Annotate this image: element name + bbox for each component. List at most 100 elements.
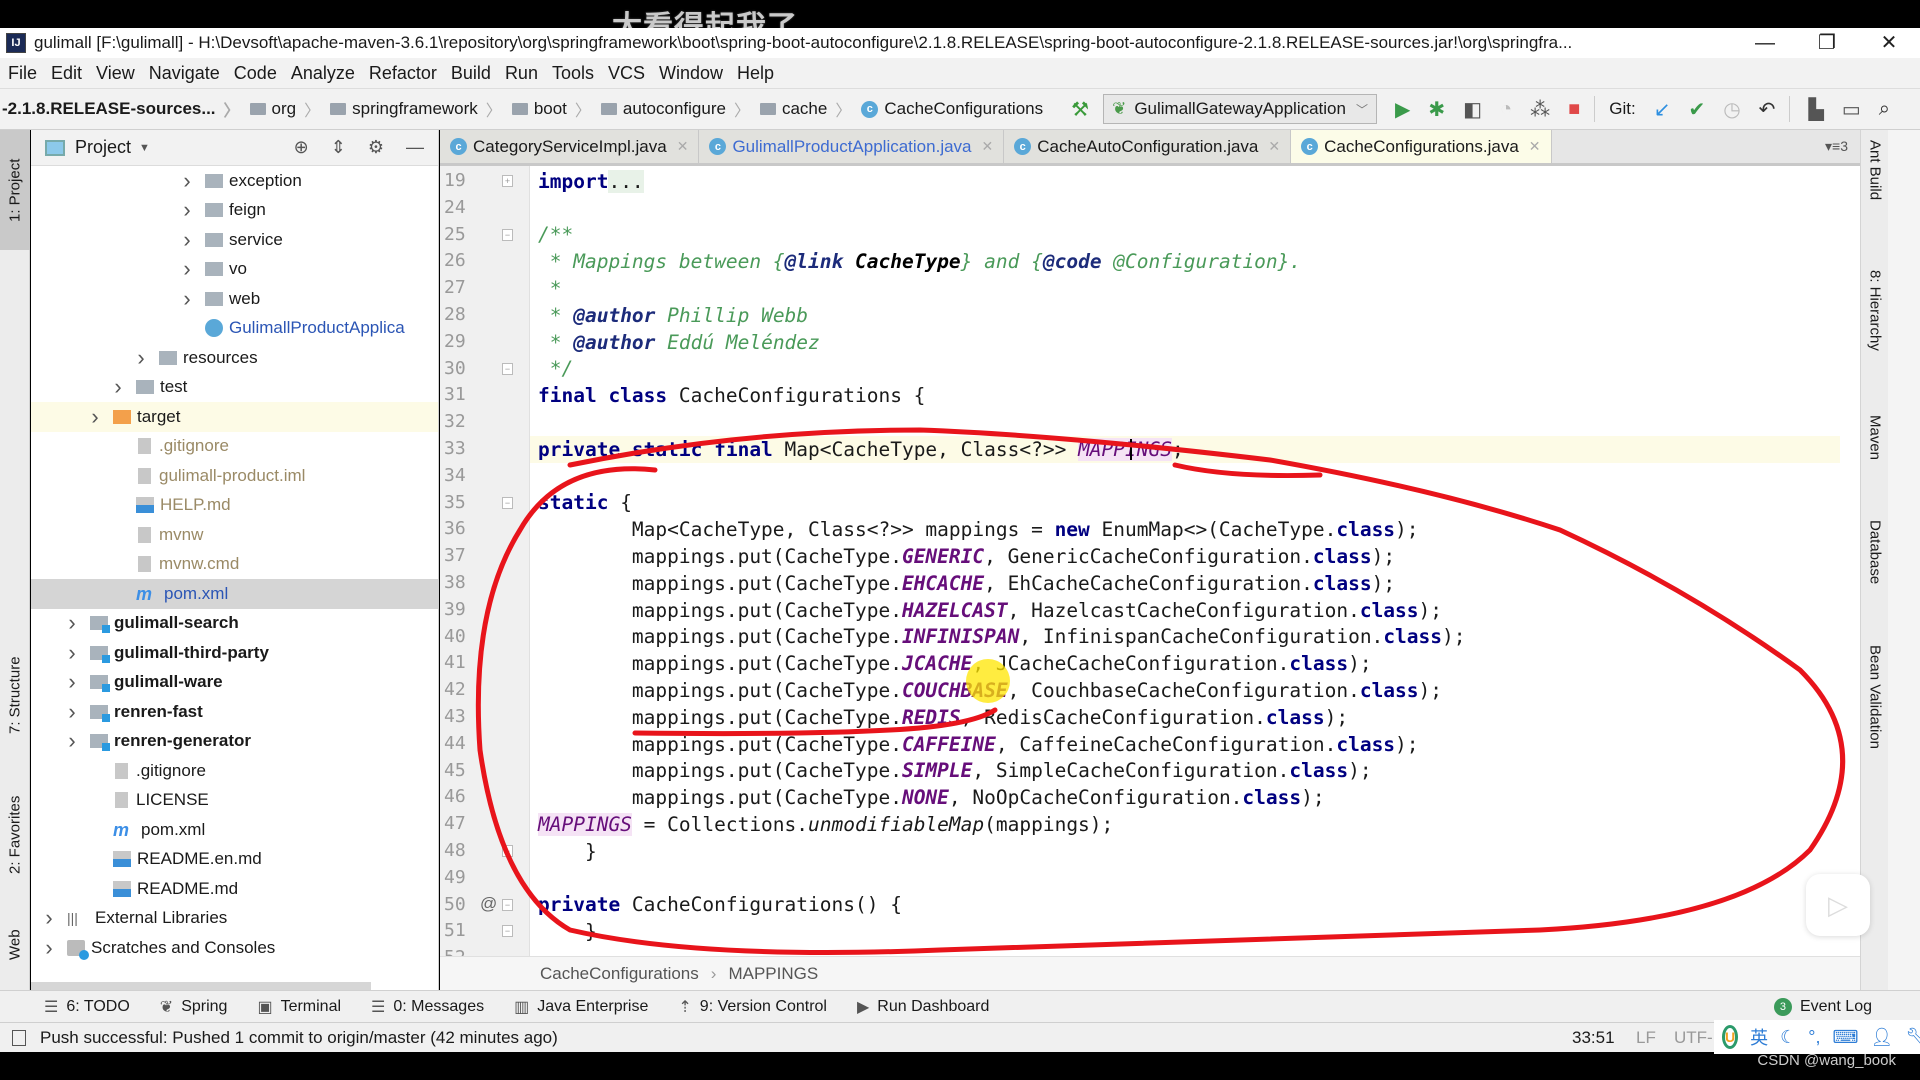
tool-window-run-dashboard[interactable]: ▶ Run Dashboard: [857, 997, 989, 1017]
code-line[interactable]: mappings.put(CacheType. HAZELCAST, Hazelc…: [530, 597, 1840, 624]
chevron-right-icon[interactable]: ›: [64, 669, 80, 695]
menu-navigate[interactable]: Navigate: [149, 63, 220, 84]
tree-item[interactable]: › Scratches and Consoles: [31, 933, 438, 963]
chevron-right-icon[interactable]: ›: [41, 935, 57, 961]
tree-item[interactable]: README.en.md: [31, 845, 438, 875]
chevron-right-icon[interactable]: ›: [179, 168, 195, 194]
code-editor[interactable]: import ... /** * Mappings between {@link …: [530, 166, 1840, 956]
tool-tab-web[interactable]: Web: [0, 910, 30, 980]
close-tab-icon[interactable]: ✕: [677, 138, 689, 155]
structure-crumb-class[interactable]: CacheConfigurations: [540, 964, 699, 984]
profile-icon[interactable]: ◔: [1500, 98, 1512, 121]
tool-window-terminal[interactable]: ▣ Terminal: [257, 997, 341, 1017]
breadcrumb-jar[interactable]: -2.1.8.RELEASE-sources... 〉: [0, 97, 240, 121]
git-history-icon[interactable]: ◷: [1723, 97, 1740, 122]
code-line[interactable]: }: [530, 838, 1840, 865]
breadcrumb-springframework[interactable]: springframework 〉: [320, 97, 502, 121]
tree-item[interactable]: README.md: [31, 874, 438, 904]
tool-tab-maven[interactable]: Maven: [1861, 415, 1889, 515]
tree-item[interactable]: › web: [31, 284, 438, 314]
tree-item[interactable]: › resources: [31, 343, 438, 373]
fold-marker-icon[interactable]: −: [502, 925, 513, 938]
tree-item[interactable]: m pom.xml: [31, 579, 438, 609]
tool-tab-hierarchy[interactable]: 8: Hierarchy: [1861, 270, 1889, 400]
tool-window-java-enterprise[interactable]: ▥ Java Enterprise: [514, 997, 648, 1017]
debug-icon[interactable]: ✱: [1428, 97, 1445, 122]
git-rollback-icon[interactable]: ↶: [1759, 97, 1776, 122]
collapse-all-icon[interactable]: ⇕: [331, 137, 346, 158]
code-line[interactable]: private static final Map<CacheType, Clas…: [530, 436, 1840, 463]
stop-icon[interactable]: ■: [1568, 98, 1580, 121]
tree-item[interactable]: › exception: [31, 166, 438, 196]
chevron-right-icon[interactable]: ›: [110, 374, 126, 400]
breadcrumb-cacheconfigurations[interactable]: c CacheConfigurations: [851, 99, 1043, 119]
breadcrumb-org[interactable]: org 〉: [240, 97, 320, 121]
code-line[interactable]: mappings.put(CacheType. COUCHBASE, Couchb…: [530, 677, 1840, 704]
tree-item[interactable]: › gulimall-ware: [31, 668, 438, 698]
tool-tab-favorites[interactable]: 2: Favorites: [0, 770, 30, 900]
code-line[interactable]: mappings.put(CacheType. INFINISPAN, Infin…: [530, 624, 1840, 651]
code-line[interactable]: [530, 195, 1840, 222]
code-line[interactable]: [530, 463, 1840, 490]
tree-item[interactable]: › target: [31, 402, 438, 432]
menu-edit[interactable]: Edit: [51, 63, 82, 84]
tab-overflow-button[interactable]: ▾≡3: [1825, 130, 1860, 163]
code-line[interactable]: * @author Phillip Webb: [530, 302, 1840, 329]
code-line[interactable]: mappings.put(CacheType. CAFFEINE, Caffein…: [530, 731, 1840, 758]
chevron-right-icon[interactable]: ›: [41, 905, 57, 931]
chevron-right-icon[interactable]: ›: [64, 640, 80, 666]
chevron-right-icon[interactable]: ›: [179, 256, 195, 282]
chevron-right-icon[interactable]: ›: [64, 728, 80, 754]
tool-window-messages[interactable]: ☰ 0: Messages: [371, 997, 484, 1017]
ime-logo-icon[interactable]: U: [1722, 1025, 1739, 1049]
tree-item[interactable]: LICENSE: [31, 786, 438, 816]
line-separator[interactable]: LF: [1636, 1028, 1656, 1048]
tree-item[interactable]: › gulimall-search: [31, 609, 438, 639]
horizontal-scrollbar[interactable]: [31, 982, 371, 990]
git-update-icon[interactable]: ↙: [1654, 97, 1671, 122]
chevron-right-icon[interactable]: ›: [133, 345, 149, 371]
tool-window-spring[interactable]: ❦ Spring: [160, 997, 228, 1017]
menu-help[interactable]: Help: [737, 63, 774, 84]
menu-view[interactable]: View: [96, 63, 135, 84]
tree-item[interactable]: mvnw: [31, 520, 438, 550]
video-player-icon[interactable]: ▷: [1806, 874, 1870, 936]
git-commit-icon[interactable]: ✔: [1688, 97, 1705, 122]
breadcrumb-cache[interactable]: cache 〉: [750, 97, 851, 121]
code-line[interactable]: /**: [530, 222, 1840, 249]
run-icon[interactable]: ▶: [1395, 97, 1410, 122]
code-line[interactable]: final class CacheConfigurations {: [530, 382, 1840, 409]
tree-item[interactable]: GulimallProductApplica: [31, 314, 438, 344]
tree-item[interactable]: › service: [31, 225, 438, 255]
chevron-right-icon[interactable]: ›: [87, 404, 103, 430]
hide-icon[interactable]: —: [406, 137, 424, 158]
breadcrumb-boot[interactable]: boot 〉: [502, 97, 591, 121]
menu-tools[interactable]: Tools: [552, 63, 594, 84]
tool-tab-database[interactable]: Database: [1861, 520, 1889, 640]
tool-window-todo[interactable]: ☰ 6: TODO: [44, 997, 130, 1017]
code-line[interactable]: }: [530, 918, 1840, 945]
locate-icon[interactable]: ⊕: [294, 137, 309, 158]
code-line[interactable]: Map<CacheType, Class<?>> mappings = new …: [530, 516, 1840, 543]
toggle-tool-windows-icon[interactable]: [12, 1029, 26, 1046]
run-anything-icon[interactable]: ▭: [1842, 97, 1861, 122]
menu-run[interactable]: Run: [505, 63, 538, 84]
code-line[interactable]: [530, 945, 1840, 956]
tree-item[interactable]: gulimall-product.iml: [31, 461, 438, 491]
code-line[interactable]: import ...: [530, 168, 1840, 195]
hammer-icon[interactable]: ⚒: [1071, 97, 1089, 122]
code-line[interactable]: mappings.put(CacheType. REDIS, RedisCache…: [530, 704, 1840, 731]
code-line[interactable]: */: [530, 356, 1840, 383]
tool-tab-project[interactable]: 1: Project: [0, 130, 30, 250]
tree-item[interactable]: mvnw.cmd: [31, 550, 438, 580]
annotation-marker-icon[interactable]: @: [480, 894, 497, 914]
menu-window[interactable]: Window: [659, 63, 723, 84]
breadcrumb-autoconfigure[interactable]: autoconfigure 〉: [591, 97, 750, 121]
close-tab-icon[interactable]: ✕: [1529, 138, 1541, 155]
tree-item[interactable]: m pom.xml: [31, 815, 438, 845]
ime-language-toggle[interactable]: 英: [1750, 1024, 1768, 1050]
close-button[interactable]: ✕: [1858, 28, 1920, 58]
code-line[interactable]: * @author Eddú Meléndez: [530, 329, 1840, 356]
chevron-right-icon[interactable]: ›: [179, 286, 195, 312]
chevron-right-icon[interactable]: ›: [64, 610, 80, 636]
